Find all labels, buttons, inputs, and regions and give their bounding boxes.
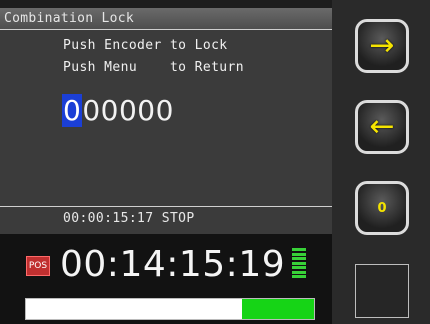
selected-digit[interactable]: 0 xyxy=(62,94,83,127)
device-frame: Combination Lock Push Encoder to Lock Pu… xyxy=(0,0,430,324)
right-arrow-icon: → xyxy=(369,28,395,63)
progress-bar xyxy=(25,298,315,320)
combination-code[interactable]: 000000 xyxy=(62,94,174,128)
pos-badge: POS xyxy=(26,256,50,276)
empty-slot xyxy=(355,264,409,318)
level-meter-icon xyxy=(292,248,306,278)
lcd-screen: Combination Lock Push Encoder to Lock Pu… xyxy=(0,8,332,324)
instruction-line-2: Push Menu to Return xyxy=(63,60,244,75)
main-timecode: 00:14:15:19 xyxy=(60,244,286,285)
zero-icon: 0 xyxy=(377,200,387,216)
transport-panel: POS 00:14:15:19 xyxy=(0,234,332,324)
progress-fill xyxy=(242,299,314,319)
left-arrow-button[interactable]: ← xyxy=(355,100,409,154)
left-arrow-icon: ← xyxy=(369,109,395,144)
title-bar: Combination Lock xyxy=(0,8,332,30)
right-arrow-button[interactable]: → xyxy=(355,19,409,73)
divider xyxy=(0,206,332,207)
status-timecode: 00:00:15:17 STOP xyxy=(63,211,195,226)
instruction-line-1: Push Encoder to Lock xyxy=(63,38,228,53)
zero-button[interactable]: 0 xyxy=(355,181,409,235)
screen-title: Combination Lock xyxy=(4,11,135,26)
remaining-digits: 00000 xyxy=(82,94,174,127)
side-button-column: → ← 0 xyxy=(332,0,430,324)
